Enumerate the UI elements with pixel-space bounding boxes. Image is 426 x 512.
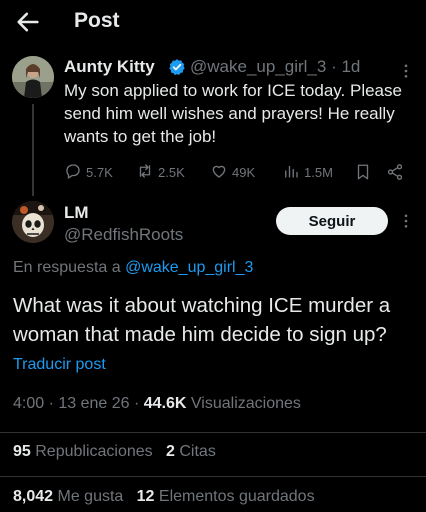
post-date[interactable]: 13 ene 26 [58,395,129,412]
views-button[interactable]: 1.5M [282,160,333,184]
follow-button[interactable]: Seguir [276,207,388,235]
like-button[interactable]: 49K [210,160,255,184]
post-text: My son applied to work for ICE today. Pl… [64,81,402,146]
reposts-link[interactable]: 95 Republicaciones [13,443,153,460]
views-label: Visualizaciones [190,395,301,412]
reply-context: En respuesta a @wake_up_girl_3 [13,259,253,277]
quotes-label: Citas [179,443,216,460]
reply-icon [64,162,82,183]
repost-icon [136,162,154,183]
post-text: What was it about watching ICE murder a … [13,294,391,346]
repost-button[interactable]: 2.5K [136,160,185,184]
avatar[interactable] [12,56,54,98]
like-count: 49K [232,164,256,180]
bookmarks-label: Elementos guardados [158,488,315,505]
reposts-label: Republicaciones [35,443,153,460]
quotes-link[interactable]: 2 Citas [166,443,216,460]
repost-count: 2.5K [158,164,185,180]
bookmarks-count: 12 [136,488,155,505]
verified-badge-icon [168,58,186,76]
page-title: Post [74,9,120,32]
repost-stats: 95 Republicaciones 2 Citas [13,443,216,461]
reply-button[interactable]: 5.7K [64,160,113,184]
author-handle[interactable]: @RedfishRoots [64,225,183,245]
reply-count: 5.7K [86,164,113,180]
views-count: 44.6K [143,395,187,412]
likes-link[interactable]: 8,042 Me gusta [13,488,123,505]
likes-count: 8,042 [13,488,54,505]
post-time: 1d [341,57,361,76]
back-arrow-icon[interactable] [14,8,42,36]
post-meta: 4:00 · 13 ene 26 · 44.6K Visualizaciones [13,395,301,412]
translate-link[interactable]: Traducir post [13,356,106,374]
author-handle[interactable]: @wake_up_girl_3 · 1d [190,57,360,77]
more-icon[interactable] [396,214,416,234]
bookmark-icon[interactable] [354,160,372,184]
top-bar: Post [0,0,426,44]
author-name[interactable]: Aunty Kitty [64,57,155,77]
author-handle-text: @wake_up_girl_3 [190,57,327,76]
likes-label: Me gusta [57,488,124,505]
reply-prefix: En respuesta a [13,259,121,276]
like-icon [210,162,228,183]
author-name[interactable]: LM [64,203,89,223]
divider [0,476,426,477]
thread-line [32,104,34,196]
mention-link[interactable]: @wake_up_girl_3 [125,259,253,276]
views-count: 1.5M [304,164,333,180]
post-time[interactable]: 4:00 [13,395,44,412]
views-icon [282,162,300,183]
post-actions: 5.7K 2.5K 49K 1.5M [64,160,414,184]
divider [0,432,426,433]
avatar[interactable] [12,201,54,243]
like-stats: 8,042 Me gusta 12 Elementos guardados [13,488,315,506]
quotes-count: 2 [166,443,175,460]
bookmarks-link[interactable]: 12 Elementos guardados [137,488,315,505]
reposts-count: 95 [13,443,31,460]
share-icon[interactable] [386,160,404,184]
